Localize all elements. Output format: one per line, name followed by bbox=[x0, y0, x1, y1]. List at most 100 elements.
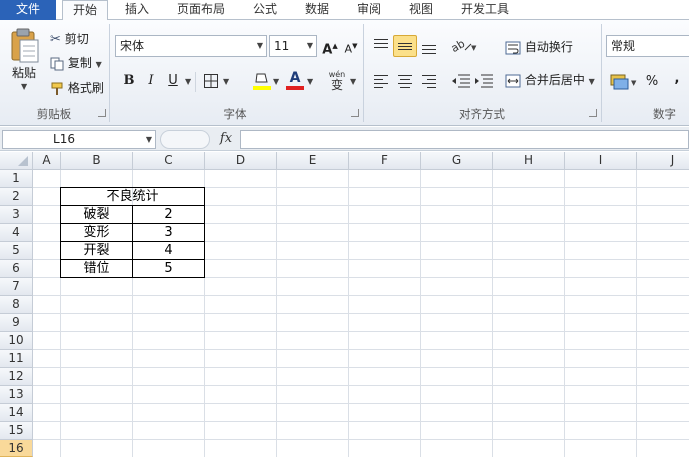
number-group-label: 数字 bbox=[653, 107, 676, 121]
font-name-caret: ▼ bbox=[256, 41, 263, 50]
format-painter-button[interactable]: 格式刷 bbox=[50, 79, 104, 97]
bold-button[interactable]: B bbox=[118, 70, 140, 92]
table-label-cell[interactable]: 变形 bbox=[60, 223, 133, 242]
wrap-text-button[interactable]: 自动换行 bbox=[505, 38, 573, 56]
column-header[interactable]: B bbox=[61, 152, 133, 170]
row-header[interactable]: 13 bbox=[0, 386, 33, 404]
formula-input[interactable] bbox=[240, 130, 689, 149]
table-value-cell[interactable]: 3 bbox=[132, 223, 205, 242]
number-format-combo[interactable]: 常规 bbox=[606, 35, 689, 57]
increase-indent-button[interactable] bbox=[473, 70, 495, 92]
row-header[interactable]: 12 bbox=[0, 368, 33, 386]
format-painter-icon bbox=[51, 82, 63, 95]
insert-function-button[interactable]: fx bbox=[214, 128, 238, 150]
underline-caret[interactable]: ▼ bbox=[185, 77, 191, 86]
select-all-corner[interactable] bbox=[0, 152, 33, 170]
number-format-value: 常规 bbox=[611, 39, 636, 53]
align-middle-button[interactable] bbox=[393, 35, 417, 57]
column-header[interactable]: G bbox=[421, 152, 493, 170]
font-color-caret[interactable]: ▼ bbox=[307, 77, 313, 86]
column-header[interactable]: F bbox=[349, 152, 421, 170]
column-header[interactable]: A bbox=[33, 152, 61, 170]
align-bottom-button[interactable] bbox=[418, 35, 440, 57]
row-header[interactable]: 10 bbox=[0, 332, 33, 350]
row-header[interactable]: 7 bbox=[0, 278, 33, 296]
font-color-button[interactable]: A bbox=[285, 70, 305, 92]
comma-button[interactable]: , bbox=[666, 68, 688, 90]
row-header[interactable]: 6 bbox=[0, 260, 33, 278]
tab-page-layout[interactable]: 页面布局 bbox=[170, 0, 232, 20]
tab-view[interactable]: 视图 bbox=[402, 0, 440, 20]
tab-data[interactable]: 数据 bbox=[298, 0, 336, 20]
row-header[interactable]: 2 bbox=[0, 188, 33, 206]
decrease-indent-button[interactable] bbox=[450, 70, 472, 92]
table-value-cell[interactable]: 2 bbox=[132, 205, 205, 224]
italic-button[interactable]: I bbox=[140, 70, 162, 92]
grow-font-button[interactable]: A▲ bbox=[319, 35, 341, 57]
row-header[interactable]: 14 bbox=[0, 404, 33, 422]
border-button[interactable] bbox=[203, 73, 219, 92]
border-caret[interactable]: ▼ bbox=[223, 77, 229, 86]
table-label-cell[interactable]: 开裂 bbox=[60, 241, 133, 260]
font-name-combo[interactable]: 宋体 ▼ bbox=[115, 35, 267, 57]
table-value-cell[interactable]: 4 bbox=[132, 241, 205, 260]
underline-button[interactable]: U bbox=[162, 70, 184, 92]
row-header[interactable]: 11 bbox=[0, 350, 33, 368]
align-left-button[interactable] bbox=[370, 70, 392, 92]
fill-color-button[interactable] bbox=[252, 70, 272, 95]
font-launcher-icon[interactable] bbox=[351, 109, 359, 117]
font-size-value: 11 bbox=[274, 39, 290, 53]
name-box[interactable]: L16 ▼ bbox=[2, 130, 156, 149]
fill-color-caret[interactable]: ▼ bbox=[273, 77, 279, 86]
tab-home[interactable]: 开始 bbox=[62, 0, 108, 21]
row-header[interactable]: 3 bbox=[0, 206, 33, 224]
column-header[interactable]: C bbox=[133, 152, 205, 170]
merge-center-label: 合并后居中 bbox=[524, 73, 585, 87]
paste-button[interactable]: 粘贴 ▼ bbox=[6, 26, 42, 96]
row-header-active[interactable]: 16 bbox=[0, 440, 33, 457]
tab-review[interactable]: 审阅 bbox=[350, 0, 388, 20]
clipboard-launcher-icon[interactable] bbox=[98, 109, 106, 117]
svg-text:ab: ab bbox=[449, 37, 467, 55]
formula-bar-splitter[interactable] bbox=[160, 130, 210, 149]
fill-color-icon bbox=[253, 73, 271, 90]
row-header[interactable]: 15 bbox=[0, 422, 33, 440]
row-header[interactable]: 8 bbox=[0, 296, 33, 314]
tab-formulas[interactable]: 公式 bbox=[246, 0, 284, 20]
row-header[interactable]: 4 bbox=[0, 224, 33, 242]
worksheet-grid[interactable]: A B C D E F G H I J 1 2 3 4 5 6 7 8 9 10… bbox=[0, 152, 689, 457]
copy-dropdown-caret: ▼ bbox=[95, 60, 102, 69]
font-size-caret: ▼ bbox=[306, 41, 313, 50]
align-right-button[interactable] bbox=[418, 70, 440, 92]
tab-insert[interactable]: 插入 bbox=[118, 0, 156, 20]
column-header[interactable]: I bbox=[565, 152, 637, 170]
tab-file[interactable]: 文件 bbox=[0, 0, 56, 20]
align-top-button[interactable] bbox=[370, 35, 392, 57]
table-label-cell[interactable]: 破裂 bbox=[60, 205, 133, 224]
percent-button[interactable]: % bbox=[641, 71, 663, 93]
accounting-format-button[interactable]: ▼ bbox=[610, 72, 640, 95]
orientation-button[interactable]: ab ▼ bbox=[449, 36, 477, 59]
font-size-combo[interactable]: 11 ▼ bbox=[269, 35, 317, 57]
copy-button[interactable]: 复制 ▼ bbox=[50, 54, 102, 74]
clipboard-group-label: 剪贴板 bbox=[36, 107, 72, 121]
column-header[interactable]: E bbox=[277, 152, 349, 170]
table-title-cell[interactable]: 不良统计 bbox=[60, 187, 205, 206]
column-header[interactable]: D bbox=[205, 152, 277, 170]
paste-dropdown-caret: ▼ bbox=[21, 82, 28, 91]
column-header[interactable]: J bbox=[637, 152, 689, 170]
row-header[interactable]: 1 bbox=[0, 170, 33, 188]
shrink-font-button[interactable]: A▼ bbox=[340, 35, 362, 57]
cut-button[interactable]: ✂ 剪切 bbox=[50, 30, 89, 49]
table-value-cell[interactable]: 5 bbox=[132, 259, 205, 278]
phonetic-caret[interactable]: ▼ bbox=[350, 77, 356, 86]
alignment-launcher-icon[interactable] bbox=[589, 109, 597, 117]
phonetic-button[interactable]: wén 变 bbox=[326, 70, 348, 94]
align-center-button[interactable] bbox=[394, 70, 416, 92]
table-label-cell[interactable]: 错位 bbox=[60, 259, 133, 278]
tab-developer[interactable]: 开发工具 bbox=[454, 0, 516, 20]
merge-center-button[interactable]: 合并后居中 ▼ bbox=[505, 71, 595, 91]
row-header[interactable]: 5 bbox=[0, 242, 33, 260]
row-header[interactable]: 9 bbox=[0, 314, 33, 332]
column-header[interactable]: H bbox=[493, 152, 565, 170]
